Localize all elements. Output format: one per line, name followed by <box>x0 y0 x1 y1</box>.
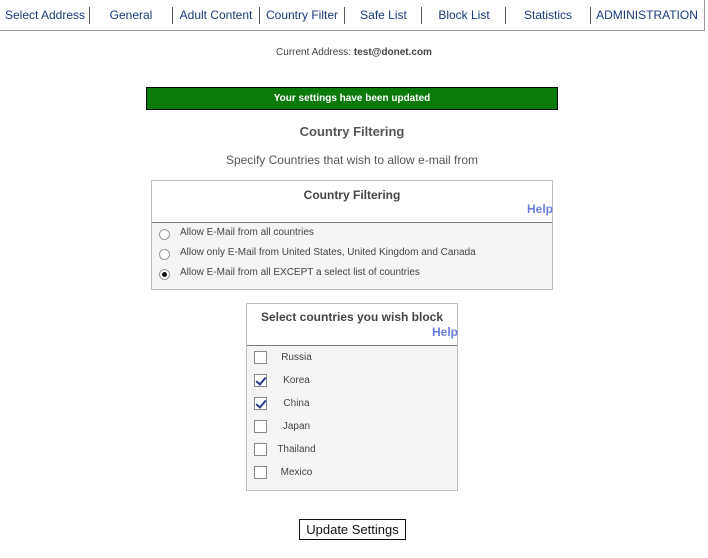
nav-general[interactable]: General <box>90 0 172 31</box>
help-link[interactable]: Help <box>527 202 553 216</box>
nav-select-address[interactable]: Select Address <box>0 0 90 31</box>
checkbox[interactable] <box>254 351 267 364</box>
nav-country-filter[interactable]: Country Filter <box>260 0 344 31</box>
radio-button[interactable] <box>159 249 170 260</box>
countries-block-panel: Select countries you wish block Help Rus… <box>246 303 458 491</box>
current-address: Current Address: test@donet.com <box>0 47 708 58</box>
nav-block-list[interactable]: Block List <box>422 0 506 31</box>
checkbox[interactable] <box>254 374 267 387</box>
radio-button[interactable] <box>159 269 170 280</box>
nav-adult-content[interactable]: Adult Content <box>173 0 259 31</box>
radio-label: Allow E-Mail from all countries <box>180 227 314 238</box>
country-label: Russia <box>281 352 312 363</box>
country-label: Korea <box>283 375 310 386</box>
panel-header: Select countries you wish block Help <box>247 304 458 346</box>
country-row-china[interactable]: China <box>247 394 457 414</box>
checkbox[interactable] <box>254 420 267 433</box>
panel-title: Country Filtering <box>303 188 401 202</box>
country-label: Thailand <box>277 444 316 455</box>
country-filtering-panel: Country Filtering Help Allow E-Mail from… <box>151 180 553 290</box>
country-row-mexico[interactable]: Mexico <box>247 463 457 483</box>
current-address-value: test@donet.com <box>353 47 432 58</box>
current-address-label: Current Address: <box>276 47 352 58</box>
radio-label: Allow only E-Mail from United States, Un… <box>180 247 476 258</box>
top-nav: Select Address General Adult Content Cou… <box>0 0 705 31</box>
nav-safe-list[interactable]: Safe List <box>345 0 422 31</box>
country-label: Mexico <box>280 467 313 478</box>
country-row-japan[interactable]: Japan <box>247 417 457 437</box>
nav-statistics[interactable]: Statistics <box>506 0 590 31</box>
panel-header: Country Filtering Help <box>152 181 553 223</box>
panel-title: Select countries you wish block <box>260 310 444 324</box>
update-settings-button[interactable]: Update Settings <box>299 519 406 540</box>
page-title: Country Filtering <box>299 124 405 139</box>
checkbox[interactable] <box>254 397 267 410</box>
country-label: Japan <box>282 421 311 432</box>
checkbox[interactable] <box>254 466 267 479</box>
country-row-russia[interactable]: Russia <box>247 348 457 368</box>
checkbox[interactable] <box>254 443 267 456</box>
country-row-thailand[interactable]: Thailand <box>247 440 457 460</box>
radio-button[interactable] <box>159 229 170 240</box>
help-link[interactable]: Help <box>432 325 458 339</box>
page-subtitle: Specify Countries that wish to allow e-m… <box>225 153 479 167</box>
nav-administration[interactable]: ADMINISTRATION <box>591 0 703 31</box>
country-label: China <box>283 398 310 409</box>
status-banner: Your settings have been updated <box>146 87 558 110</box>
radio-label: Allow E-Mail from all EXCEPT a select li… <box>180 267 420 278</box>
country-row-korea[interactable]: Korea <box>247 371 457 391</box>
